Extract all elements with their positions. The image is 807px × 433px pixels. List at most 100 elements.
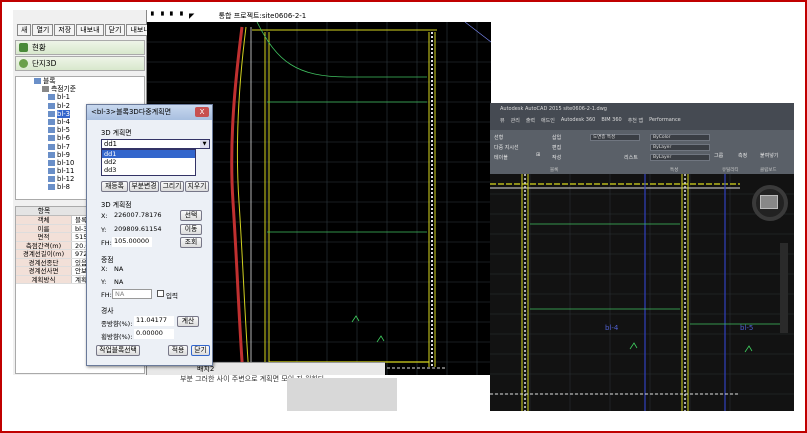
measure-button[interactable]: 측정 <box>738 152 747 159</box>
window-controls-icon: ▘▝ ▘▝ ◤ <box>151 12 197 20</box>
new-button[interactable]: 새 <box>17 24 32 36</box>
section-block: 블록 <box>550 168 559 173</box>
plan-combo[interactable]: dd1 ▼ <box>101 139 210 149</box>
apply-button[interactable]: 적용 <box>168 345 188 356</box>
ribbon-layer-properties[interactable]: ⊞ <box>536 152 540 158</box>
viewcube-icon[interactable] <box>760 195 778 209</box>
vertical-scrollbar[interactable] <box>780 243 788 333</box>
save-button[interactable]: 저장 <box>54 24 76 36</box>
select-button[interactable]: 선택 <box>180 210 202 221</box>
tab-layout2[interactable]: 배치2 <box>197 365 214 373</box>
draw-button[interactable]: 그리기 <box>160 181 184 192</box>
autocad-canvas[interactable]: bl-4 bl-5 <box>490 174 794 411</box>
block-icon <box>48 168 55 175</box>
center-x-value: NA <box>114 265 124 273</box>
work-block-select-button[interactable]: 작업블록선택 <box>96 345 140 356</box>
center-section-label: 중점 <box>101 256 114 264</box>
block-icon <box>48 176 55 183</box>
y-field[interactable]: 209809.61154 <box>112 224 177 234</box>
center-y-label: Y: <box>101 278 107 286</box>
tab-current-label: 현황 <box>32 43 46 52</box>
block-icon <box>48 110 55 117</box>
section-properties: 특성 <box>670 168 679 173</box>
block-icon <box>48 135 55 142</box>
input-label: 입력 <box>166 292 178 300</box>
tree-item[interactable]: bl-1 <box>16 93 144 101</box>
block-icon <box>48 127 55 134</box>
section-utility: 유틸리티 <box>722 168 739 173</box>
paste-button[interactable]: 붙여넣기 <box>760 152 778 159</box>
menu-performance[interactable]: Performance <box>649 117 681 124</box>
plan-option[interactable]: dd1 <box>102 150 195 159</box>
dialog-close-button[interactable]: 닫기 <box>191 345 210 356</box>
input-checkbox[interactable] <box>157 290 164 297</box>
center-fh-label: FH: <box>101 291 112 299</box>
lineweight-combo[interactable]: ByLayer <box>650 154 710 161</box>
section-clipboard: 클립보드 <box>760 168 777 173</box>
block-icon <box>48 102 55 109</box>
edit-button[interactable]: 편집 <box>552 144 561 151</box>
color-combo[interactable]: ByColor <box>650 134 710 141</box>
group-button[interactable]: 그룹 <box>714 152 723 159</box>
x-label: X: <box>101 212 108 220</box>
slope-v-field[interactable]: 11.04177 <box>134 316 174 326</box>
slope-h-field[interactable]: 0.00000 <box>134 329 174 339</box>
ribbon-linear[interactable]: 선형 <box>494 134 503 141</box>
linetype-combo[interactable]: ByLayer <box>650 144 710 151</box>
plan-combo-value: dd1 <box>104 140 117 148</box>
plan-section-label: 3D 계획면 <box>101 129 132 137</box>
block-icon <box>48 184 55 191</box>
menu-a360[interactable]: Autodesk 360 <box>561 117 596 124</box>
plan-dropdown-list[interactable]: dd1 dd2 dd3 <box>101 149 196 176</box>
menu-addin[interactable]: 애드인 <box>541 117 555 124</box>
tab-3d[interactable]: 단지3D <box>15 56 145 71</box>
plan-option[interactable]: dd2 <box>102 158 195 166</box>
register-button[interactable]: 재등록 <box>101 181 128 192</box>
autocad-drawing <box>490 174 794 411</box>
ribbon-mleader[interactable]: 다중 지시선 <box>494 144 519 151</box>
autocad-title: Autodesk AutoCAD 2015 site0606-2-1.dwg <box>500 106 607 112</box>
block-icon <box>48 118 55 125</box>
tree-base[interactable]: 측점기준 <box>16 85 144 93</box>
fh-field[interactable]: 105.00000 <box>112 237 152 247</box>
view-button[interactable]: 조회 <box>180 237 202 248</box>
center-fh-field[interactable]: NA <box>112 289 152 299</box>
open-button[interactable]: 열기 <box>32 24 54 36</box>
partial-change-button[interactable]: 부분변경 <box>129 181 159 192</box>
move-button[interactable]: 이동 <box>180 224 202 235</box>
menu-manage[interactable]: 관리 <box>511 117 520 124</box>
slope-v-label: 종방향(%): <box>101 320 133 328</box>
list-button[interactable]: 리스트 <box>624 154 638 161</box>
x-field[interactable]: 226007.78176 <box>112 210 177 220</box>
folder-icon <box>34 78 41 84</box>
autocad-menu: 뷰 관리 출력 애드인 Autodesk 360 BIM 360 추천 앱 Pe… <box>500 117 681 124</box>
calculate-button[interactable]: 계산 <box>177 316 199 327</box>
export-button[interactable]: 내보내 <box>76 24 104 36</box>
plan-option[interactable]: dd3 <box>102 166 195 174</box>
menu-apps[interactable]: 추천 앱 <box>628 117 643 124</box>
tree-root[interactable]: 블록 <box>16 77 144 85</box>
block-icon <box>48 94 55 101</box>
menu-view[interactable]: 뷰 <box>500 117 505 124</box>
chevron-down-icon[interactable]: ▼ <box>200 140 209 148</box>
dialog-title: <bl-3>블록3D다중계획면 X <box>87 105 212 120</box>
block-icon <box>48 151 55 158</box>
layer-combo[interactable]: 도면층 특성 <box>590 134 640 141</box>
tab-current[interactable]: 현황 <box>15 40 145 55</box>
close-icon[interactable]: X <box>195 107 209 117</box>
slope-section-label: 경사 <box>101 307 114 315</box>
close-button[interactable]: 닫기 <box>104 24 126 36</box>
y-label: Y: <box>101 226 107 234</box>
insert-button[interactable]: 삽입 <box>552 134 561 141</box>
erase-button[interactable]: 지우기 <box>185 181 209 192</box>
block-3d-plan-dialog: <bl-3>블록3D다중계획면 X 3D 계획면 dd1 ▼ dd1 dd2 d… <box>86 104 213 366</box>
menu-output[interactable]: 출력 <box>526 117 535 124</box>
menu-bim360[interactable]: BIM 360 <box>601 117 621 124</box>
dialog-title-text: <bl-3>블록3D다중계획면 <box>91 108 172 116</box>
ribbon-table[interactable]: 테이블 <box>494 154 508 161</box>
autocad-titlebar: Autodesk AutoCAD 2015 site0606-2-1.dwg 뷰… <box>490 103 794 130</box>
create-button[interactable]: 작성 <box>552 154 561 161</box>
cad-title-text: 통합 프로젝트:site0606-2-1 <box>218 12 307 20</box>
cad-title: ▘▝ ▘▝ ◤ 통합 프로젝트:site0606-2-1 <box>147 10 491 22</box>
tab-3d-label: 단지3D <box>32 59 57 68</box>
